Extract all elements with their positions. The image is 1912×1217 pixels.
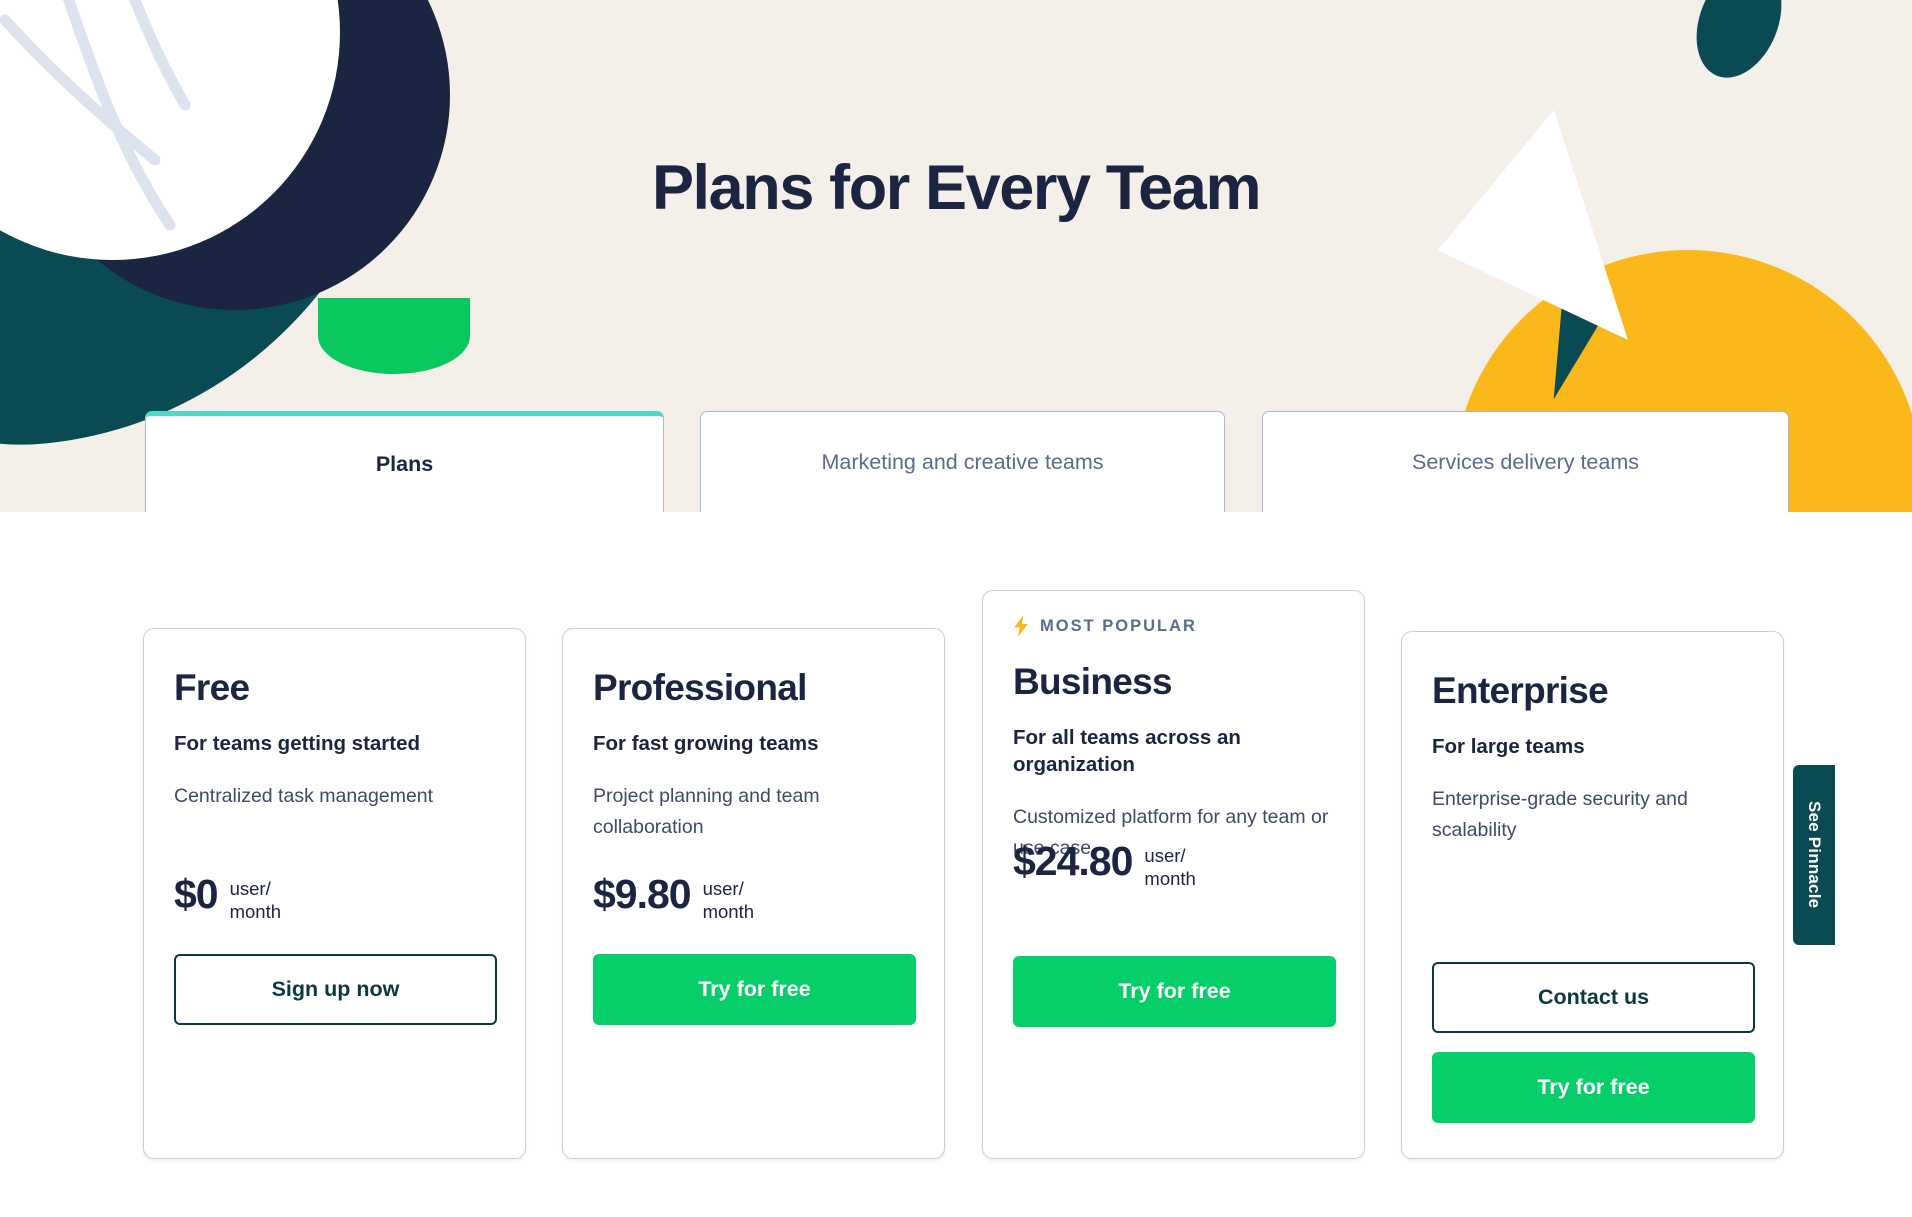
see-pinnacle-side-tab[interactable]: See Pinnacle — [1793, 765, 1835, 945]
plan-price-amount: $9.80 — [593, 871, 692, 917]
most-popular-label: MOST POPULAR — [1040, 616, 1197, 635]
plan-description: Centralized task management — [174, 785, 434, 808]
plan-name: Free — [174, 667, 250, 708]
green-dome-decoration — [318, 298, 470, 374]
tab-marketing-label: Marketing and creative teams — [821, 449, 1104, 474]
sign-up-now-button[interactable]: Sign up now — [174, 954, 497, 1025]
teal-oval-decoration — [1680, 0, 1798, 91]
contact-us-button[interactable]: Contact us — [1432, 962, 1755, 1033]
plan-card-professional[interactable]: Professional For fast growing teams Proj… — [562, 628, 945, 1159]
try-for-free-button[interactable]: Try for free — [593, 954, 916, 1025]
try-for-free-button[interactable]: Try for free — [1432, 1052, 1755, 1123]
tab-services-label: Services delivery teams — [1411, 449, 1640, 474]
plan-card-free[interactable]: Free For teams getting started Centraliz… — [143, 628, 526, 1159]
tab-services-delivery-teams[interactable]: Services delivery teams — [1262, 411, 1789, 512]
plan-tagline: For fast growing teams — [593, 732, 819, 755]
plan-name: Business — [1013, 661, 1173, 702]
plan-card-enterprise[interactable]: Enterprise For large teams Enterprise-gr… — [1401, 631, 1784, 1159]
plan-price-unit: user/ month — [702, 878, 755, 923]
plan-tagline: For all teams across an organization — [1013, 726, 1241, 777]
see-pinnacle-label: See Pinnacle — [1805, 801, 1824, 909]
plan-tagline: For teams getting started — [174, 732, 421, 755]
most-popular-badge: MOST POPULAR — [1013, 615, 1334, 637]
plan-card-business[interactable]: MOST POPULAR Business For all teams acro… — [982, 590, 1365, 1159]
plan-price-amount: $0 — [174, 871, 219, 917]
try-for-free-button[interactable]: Try for free — [1013, 956, 1336, 1027]
tab-plans-label: Plans — [375, 451, 434, 476]
plan-price-row: $24.80 user/ month — [1013, 841, 1196, 890]
pricing-page: Plans for Every Team Plans Marketing and… — [0, 0, 1912, 1217]
tab-marketing-and-creative-teams[interactable]: Marketing and creative teams — [700, 411, 1225, 512]
plan-name: Professional — [593, 667, 807, 708]
white-triangle-decoration — [1438, 110, 1628, 340]
page-title: Plans for Every Team — [651, 153, 1262, 223]
plan-price-unit: user/ month — [1144, 845, 1196, 890]
plan-description: Enterprise-grade security and scalabilit… — [1432, 788, 1688, 841]
plan-price-unit: user/ month — [229, 878, 282, 923]
plan-price-row: $0 user/ month — [174, 874, 281, 923]
plan-price-amount: $24.80 — [1013, 838, 1133, 884]
plan-description: Project planning and team collaboration — [593, 785, 820, 838]
lightning-bolt-icon — [1013, 615, 1029, 637]
tab-bar: Plans Marketing and creative teams Servi… — [0, 411, 1912, 512]
tab-plans[interactable]: Plans — [145, 411, 664, 512]
plan-price-row: $9.80 user/ month — [593, 874, 754, 923]
plan-tagline: For large teams — [1432, 735, 1585, 758]
plan-name: Enterprise — [1432, 670, 1609, 711]
